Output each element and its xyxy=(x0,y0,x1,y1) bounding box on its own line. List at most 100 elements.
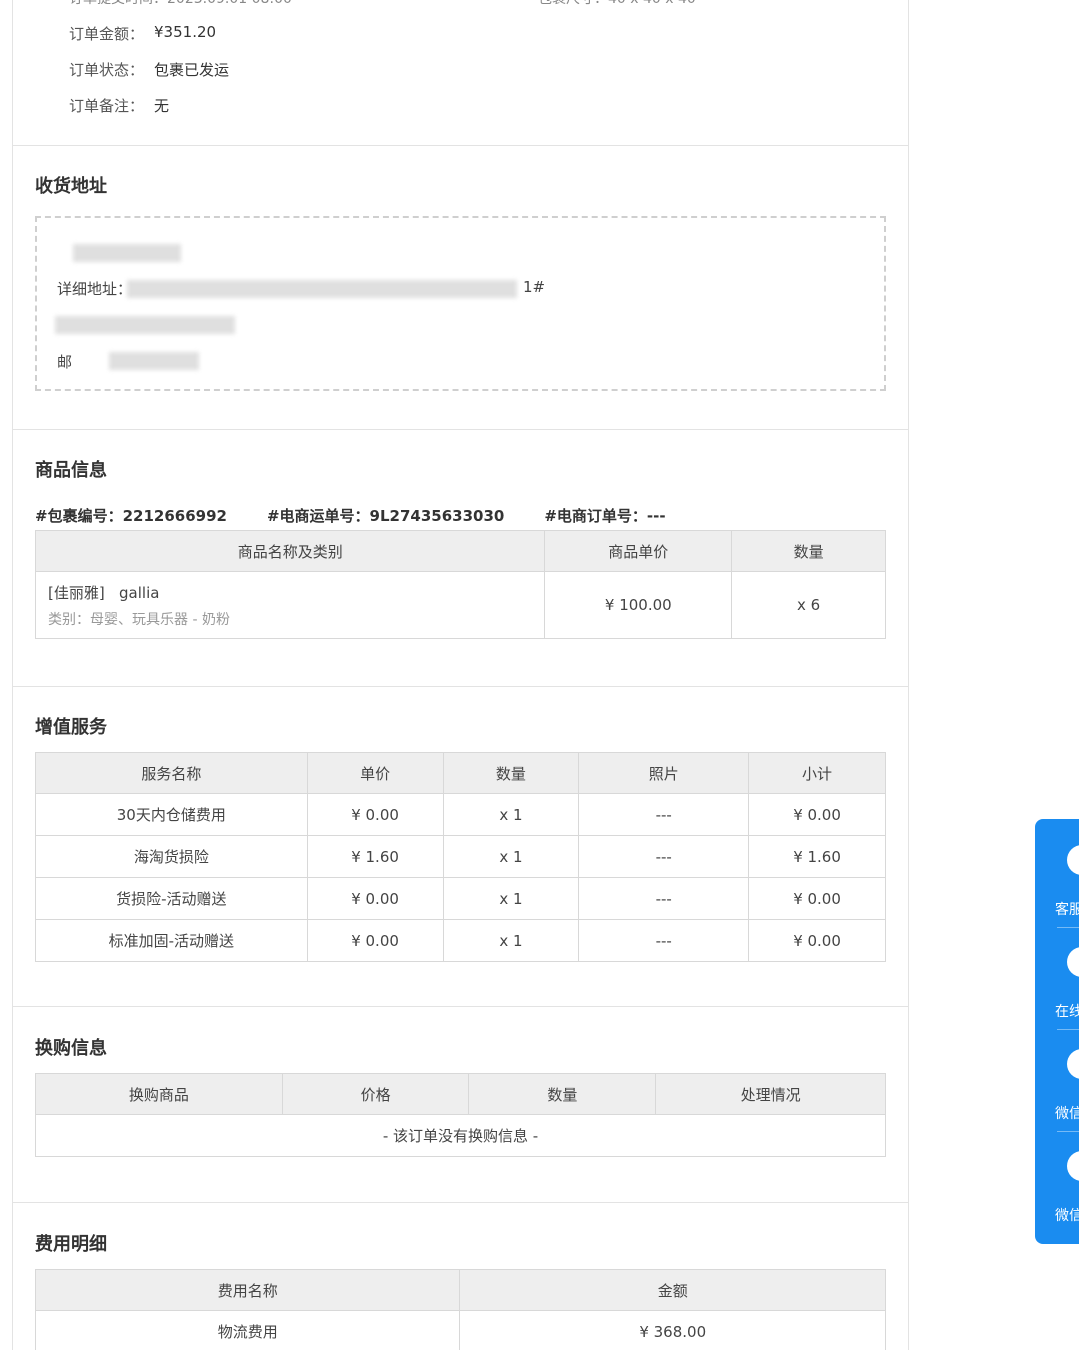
table-row: 标准加固-活动赠送 ¥ 0.00 x 1 --- ¥ 0.00 xyxy=(35,919,886,962)
order-detail-panel: 订单提交时间：2023.09.01 08:00 包裹尺寸：40 x 40 x 4… xyxy=(12,0,909,1350)
online-chat-icon xyxy=(1067,947,1079,977)
goods-item-cell: [佳丽雅] gallia 类别：母婴、玩具乐器 - 奶粉 xyxy=(34,571,546,639)
side-item-wechat-2[interactable]: 微信 xyxy=(1035,1135,1079,1239)
side-separator xyxy=(1057,1131,1079,1132)
customer-service-icon xyxy=(1067,845,1079,875)
order-amount-value: ¥351.20 xyxy=(154,23,217,41)
redacted-postal xyxy=(109,352,199,370)
services-title: 增值服务 xyxy=(35,717,107,738)
service-price: ¥ 0.00 xyxy=(306,793,444,836)
postal-label: 邮 xyxy=(57,353,73,371)
exchange-header: 处理情况 xyxy=(655,1073,886,1115)
goods-header-price: 商品单价 xyxy=(544,530,733,572)
side-item-online[interactable]: 在线 xyxy=(1035,931,1079,1035)
service-photo: --- xyxy=(578,919,750,962)
wechat-icon xyxy=(1067,1049,1079,1079)
service-name: 标准加固-活动赠送 xyxy=(35,919,308,962)
services-header: 小计 xyxy=(748,752,886,794)
order-amount-row: 订单金额： ¥351.20 xyxy=(69,23,216,44)
order-status-label: 订单状态： xyxy=(69,61,145,79)
fees-header: 费用名称 xyxy=(34,1269,461,1311)
table-row: 海淘货损险 ¥ 1.60 x 1 --- ¥ 1.60 xyxy=(35,835,886,878)
service-subtotal: ¥ 0.00 xyxy=(748,919,886,962)
service-qty: x 1 xyxy=(442,793,580,836)
exchange-header: 价格 xyxy=(281,1073,470,1115)
side-item-label: 微信 xyxy=(1055,1208,1079,1224)
wechat-mini-icon xyxy=(1067,1151,1079,1181)
redacted-name xyxy=(73,244,181,262)
fees-title: 费用明细 xyxy=(35,1234,107,1255)
section-divider xyxy=(13,429,908,430)
order-note-label: 订单备注： xyxy=(69,97,145,115)
services-header: 服务名称 xyxy=(35,752,308,794)
service-subtotal: ¥ 1.60 xyxy=(748,835,886,878)
order-submit-time: 订单提交时间：2023.09.01 08:00 xyxy=(69,0,292,8)
service-name: 30天内仓储费用 xyxy=(35,793,308,836)
service-photo: --- xyxy=(578,835,750,878)
goods-header-qty: 数量 xyxy=(731,530,886,572)
redacted-phone xyxy=(55,316,235,334)
fees-table: 费用名称 金额 物流费用 ¥ 368.00 xyxy=(34,1269,886,1350)
goods-table: 商品名称及类别 商品单价 数量 [佳丽雅] gallia 类别：母婴、玩具乐器 … xyxy=(34,530,886,639)
order-status-value: 包裹已发运 xyxy=(154,61,230,79)
side-item-customer-service[interactable]: 客服 xyxy=(1035,829,1079,933)
service-qty: x 1 xyxy=(442,877,580,920)
exchange-header: 换购商品 xyxy=(35,1073,283,1115)
service-subtotal: ¥ 0.00 xyxy=(748,877,886,920)
exchange-empty-message: - 该订单没有换购信息 - xyxy=(35,1114,886,1157)
table-row: 物流费用 ¥ 368.00 xyxy=(34,1310,886,1350)
product-qty: x 6 xyxy=(731,571,886,639)
service-qty: x 1 xyxy=(442,919,580,962)
product-price: ¥ 100.00 xyxy=(544,571,733,639)
services-header: 单价 xyxy=(306,752,444,794)
side-item-wechat[interactable]: 微信 xyxy=(1035,1033,1079,1137)
exchange-header: 数量 xyxy=(468,1073,657,1115)
order-amount-label: 订单金额： xyxy=(69,25,145,43)
service-name: 海淘货损险 xyxy=(35,835,308,878)
services-table: 服务名称 单价 数量 照片 小计 30天内仓储费用 ¥ 0.00 x 1 ---… xyxy=(35,752,886,962)
service-qty: x 1 xyxy=(442,835,580,878)
exchange-title: 换购信息 xyxy=(35,1038,107,1059)
order-note-value: 无 xyxy=(154,97,170,115)
table-row: [佳丽雅] gallia 类别：母婴、玩具乐器 - 奶粉 ¥ 100.00 x … xyxy=(34,571,886,639)
side-item-label: 微信 xyxy=(1055,1106,1079,1122)
package-number: #包裹编号：2212666992 xyxy=(35,507,227,525)
order-status-row: 订单状态： 包裹已发运 xyxy=(69,59,229,80)
section-divider xyxy=(13,1202,908,1203)
address-title: 收货地址 xyxy=(35,176,107,197)
table-row: 30天内仓储费用 ¥ 0.00 x 1 --- ¥ 0.00 xyxy=(35,793,886,836)
fees-header: 金额 xyxy=(459,1269,886,1311)
table-row: - 该订单没有换购信息 - xyxy=(35,1114,886,1157)
address-detail-label: 详细地址： xyxy=(57,280,133,298)
service-photo: --- xyxy=(578,793,750,836)
floating-contact-widget: 客服 在线 微信 微信 xyxy=(1035,819,1079,1244)
order-note-row: 订单备注： 无 xyxy=(69,95,169,116)
ecom-order-number: #电商订单号：--- xyxy=(544,507,666,525)
service-subtotal: ¥ 0.00 xyxy=(748,793,886,836)
goods-title: 商品信息 xyxy=(35,460,107,481)
service-price: ¥ 1.60 xyxy=(306,835,444,878)
service-price: ¥ 0.00 xyxy=(306,877,444,920)
tracking-number: #电商运单号：9L27435633030 xyxy=(266,507,505,525)
section-divider xyxy=(13,1006,908,1007)
product-category: 类别：母婴、玩具乐器 - 奶粉 xyxy=(48,611,230,628)
exchange-table: 换购商品 价格 数量 处理情况 - 该订单没有换购信息 - xyxy=(35,1073,886,1157)
address-box: 详细地址： 1# 邮 xyxy=(35,216,886,391)
package-info-line: #包裹编号：2212666992 #电商运单号：9L27435633030 #电… xyxy=(35,505,706,526)
side-item-label: 客服 xyxy=(1055,902,1079,918)
services-header: 照片 xyxy=(578,752,750,794)
fee-amount: ¥ 368.00 xyxy=(459,1310,886,1350)
services-header: 数量 xyxy=(442,752,580,794)
side-separator xyxy=(1057,1029,1079,1030)
redacted-address xyxy=(127,280,517,298)
goods-header-name: 商品名称及类别 xyxy=(34,530,546,572)
address-detail-tail: 1# xyxy=(523,278,546,296)
service-price: ¥ 0.00 xyxy=(306,919,444,962)
fee-name: 物流费用 xyxy=(34,1310,461,1350)
product-name: [佳丽雅] gallia xyxy=(48,583,160,602)
package-size: 包裹尺寸：40 x 40 x 40 xyxy=(538,0,696,8)
service-name: 货损险-活动赠送 xyxy=(35,877,308,920)
section-divider xyxy=(13,145,908,146)
side-separator xyxy=(1057,927,1079,928)
table-row: 货损险-活动赠送 ¥ 0.00 x 1 --- ¥ 0.00 xyxy=(35,877,886,920)
